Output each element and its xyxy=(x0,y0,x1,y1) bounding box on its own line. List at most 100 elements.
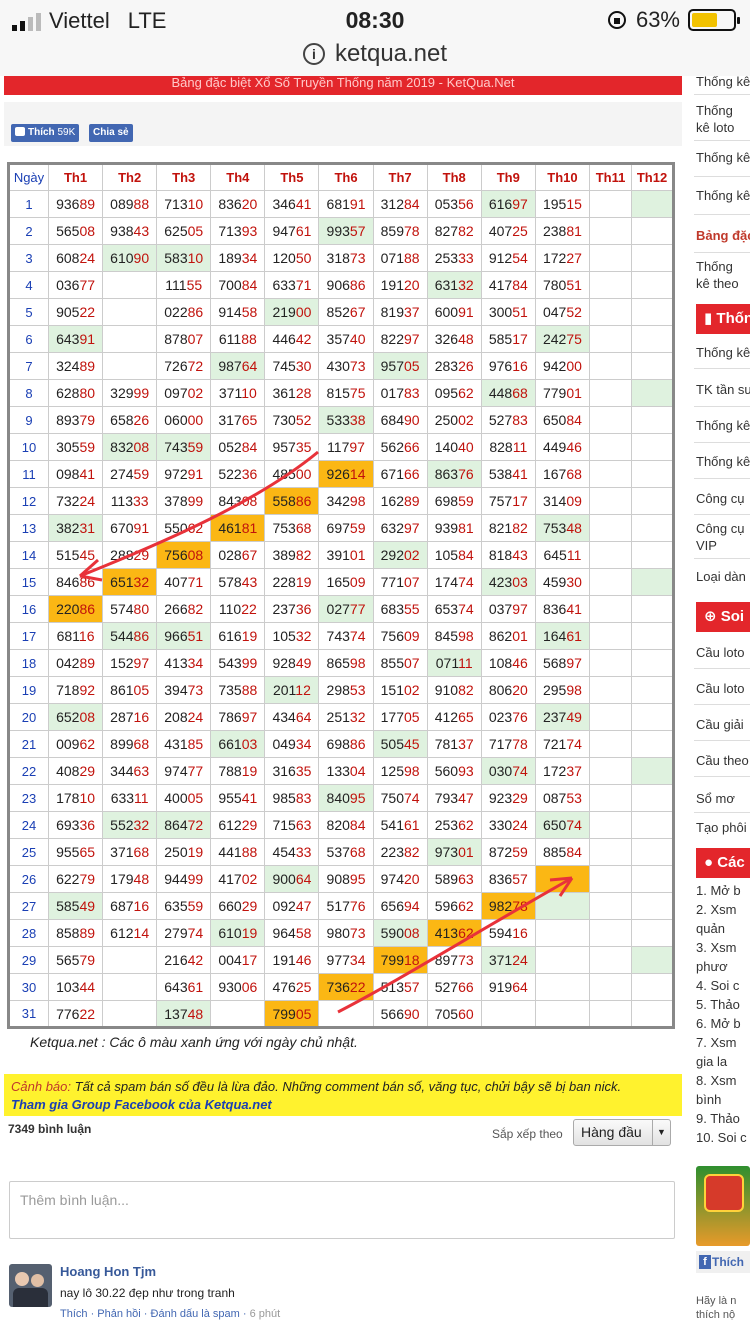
result-tail-digits: 20 xyxy=(404,871,420,887)
result-cell: 96651 xyxy=(156,622,212,650)
result-cell: 28829 xyxy=(102,541,158,569)
sidebar-item[interactable]: Thống kê theo Đặc xyxy=(696,258,750,294)
table-row: 29 56579 21642 00417 19146 97734 79918 89773 371… xyxy=(8,946,674,974)
result-tail-digits: 92 xyxy=(79,682,96,698)
url-bar[interactable]: i ketqua.net xyxy=(0,40,750,76)
sidebar-item[interactable]: Thống kê xyxy=(696,149,750,166)
result-cell xyxy=(589,1000,632,1028)
sidebar-item[interactable]: Công cụ xyxy=(696,490,750,507)
table-row: 22 40829 34463 97477 78819 31635 13304 12598 560… xyxy=(8,757,674,785)
sidebar-list-item[interactable]: phươ xyxy=(696,958,750,975)
result-number: 81937 xyxy=(380,304,420,320)
result-cell: 13748 xyxy=(156,1000,212,1028)
sidebar-list-item[interactable]: 6. Mở b xyxy=(696,1015,750,1032)
sidebar-list-item[interactable]: 7. Xsm xyxy=(696,1034,750,1051)
result-cell xyxy=(631,244,674,272)
sidebar-item[interactable]: Công cụ VIP xyxy=(696,520,750,556)
sidebar-list-item[interactable]: quản xyxy=(696,920,750,937)
sidebar-item[interactable]: Thống kê xyxy=(696,453,750,470)
result-cell: 99357 xyxy=(318,217,374,245)
sidebar-list-item[interactable]: 8. Xsm xyxy=(696,1072,750,1089)
result-number: 16768 xyxy=(542,466,582,482)
sidebar-item[interactable]: Bảng đặc xyxy=(696,227,750,244)
facebook-group-link[interactable]: Tham gia Group Facebook của Ketqua.net xyxy=(11,1097,272,1112)
promo-image[interactable] xyxy=(696,1166,750,1246)
result-tail-digits: 79 xyxy=(79,412,96,428)
sidebar-item[interactable]: Thống kê xyxy=(696,187,750,204)
fb-like-button[interactable]: Thích 59K xyxy=(11,124,80,142)
like-link[interactable]: Thích xyxy=(60,1308,88,1320)
sidebar-item[interactable]: Cầu loto xyxy=(696,680,750,697)
result-tail-digits: 66 xyxy=(404,439,420,455)
result-tail-digits: 34 xyxy=(349,952,366,968)
sidebar-item[interactable]: Tạo phôi xyxy=(696,819,750,836)
reply-link[interactable]: Phản hồi xyxy=(97,1308,140,1320)
result-cell xyxy=(210,1000,266,1028)
sidebar-item[interactable]: Loại dàn xyxy=(696,568,750,585)
result-cell: 65208 xyxy=(47,703,104,731)
result-cell: 23749 xyxy=(534,703,591,731)
result-number: 57480 xyxy=(110,601,150,617)
sidebar-list-item[interactable]: 2. Xsm xyxy=(696,901,750,918)
result-cell xyxy=(589,838,632,866)
result-tail-digits: 88 xyxy=(404,250,420,266)
result-tail-digits: 76 xyxy=(512,709,528,725)
result-number: 77901 xyxy=(542,385,582,401)
sidebar-item[interactable]: Thống kê xyxy=(696,344,750,361)
result-tail-digits: 08 xyxy=(404,925,420,941)
avatar[interactable] xyxy=(9,1264,52,1307)
result-tail-digits: 64 xyxy=(241,358,258,374)
result-tail-digits: 97 xyxy=(404,520,420,536)
sidebar-list-item[interactable]: 9. Thảo xyxy=(696,1110,750,1127)
result-number: 98583 xyxy=(272,790,312,806)
sidebar-item[interactable]: Thống kê loto xyxy=(696,102,750,138)
result-cell: 07111 xyxy=(426,649,482,677)
sidebar-item[interactable]: Sổ mơ xyxy=(696,790,750,807)
result-number: 61188 xyxy=(218,331,257,347)
sidebar-item[interactable]: Cầu theo xyxy=(696,752,750,769)
result-cell xyxy=(589,784,632,812)
result-tail-digits: 54 xyxy=(512,250,528,266)
fb-like-widget[interactable]: Thích xyxy=(696,1251,750,1273)
spam-link[interactable]: Đánh dấu là spam xyxy=(151,1308,240,1320)
result-cell xyxy=(631,352,674,380)
result-number: 65208 xyxy=(56,709,96,725)
result-tail-digits: 86 xyxy=(187,304,204,320)
sidebar-list-item[interactable]: bình xyxy=(696,1091,750,1108)
sidebar-list-item[interactable]: 10. Soi c xyxy=(696,1129,750,1146)
result-cell: 85978 xyxy=(372,217,428,245)
result-cell: 31635 xyxy=(264,757,320,785)
result-tail-digits: 16 xyxy=(133,898,150,914)
result-cell xyxy=(631,703,674,731)
result-number: 34641 xyxy=(272,196,312,212)
result-tail-digits: 55 xyxy=(186,277,203,293)
result-cell: 71393 xyxy=(210,217,266,245)
result-number: 25333 xyxy=(434,250,474,266)
sort-select[interactable]: Hàng đầu ▼ xyxy=(573,1119,671,1146)
result-cell: 37124 xyxy=(480,946,536,974)
sidebar-list-item[interactable]: 5. Thảo xyxy=(696,996,750,1013)
result-tail-digits: 28 xyxy=(295,385,312,401)
result-number: 90522 xyxy=(56,304,96,320)
result-tail-digits: 57 xyxy=(404,979,420,995)
sidebar-item[interactable]: Thống kê xyxy=(696,76,750,90)
sidebar-item[interactable]: Thống kê xyxy=(696,417,750,434)
result-cell xyxy=(589,487,632,515)
result-cell: 54399 xyxy=(210,649,266,677)
sidebar-list-item[interactable]: 4. Soi c xyxy=(696,977,750,994)
sidebar-item[interactable]: Cầu loto xyxy=(696,644,750,661)
info-icon[interactable]: i xyxy=(302,43,325,65)
sidebar-item[interactable]: TK tần suất xyxy=(696,381,750,398)
sidebar-list-item[interactable]: 1. Mở b xyxy=(696,882,750,899)
header-month: Th6 xyxy=(318,163,374,191)
result-cell: 07188 xyxy=(372,244,428,272)
sidebar-list-item[interactable]: gia la xyxy=(696,1053,750,1070)
commenter-name[interactable]: Hoang Hon Tjm xyxy=(60,1264,156,1279)
sidebar-item[interactable]: Cầu giải xyxy=(696,716,750,733)
comment-input[interactable]: Thêm bình luận... xyxy=(9,1181,675,1239)
result-cell: 81843 xyxy=(480,541,536,569)
sidebar-list-item[interactable]: 3. Xsm xyxy=(696,939,750,956)
fb-share-button[interactable]: Chia sẻ xyxy=(89,124,133,142)
result-number: 20824 xyxy=(164,709,204,725)
result-cell: 31284 xyxy=(372,190,428,218)
